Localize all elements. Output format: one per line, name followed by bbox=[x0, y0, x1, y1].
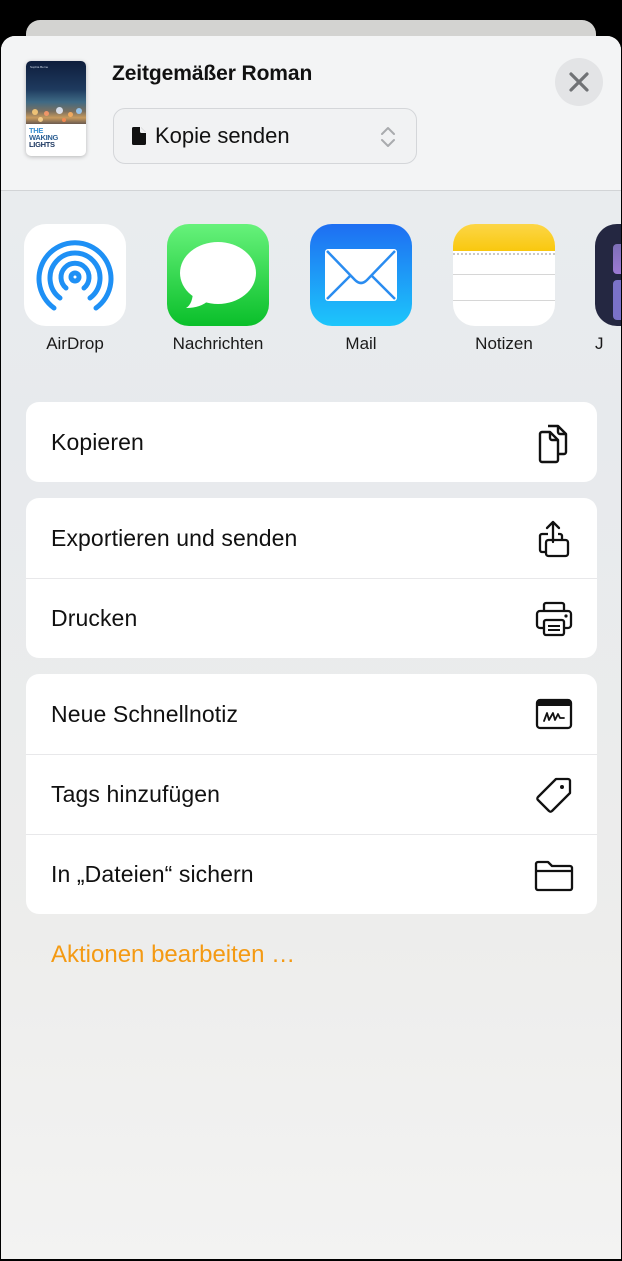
xmark-icon bbox=[569, 72, 589, 92]
action-label: Drucken bbox=[51, 605, 138, 631]
document-thumbnail: Sophia Berne THE WAKING LIGHTS bbox=[26, 61, 86, 156]
action-save-to-files[interactable]: In „Dateien“ sichern bbox=[26, 834, 597, 914]
quick-note-icon bbox=[533, 693, 575, 735]
printer-icon bbox=[533, 598, 575, 640]
app-label: Mail bbox=[345, 334, 377, 353]
action-copy[interactable]: Kopieren bbox=[26, 402, 597, 482]
app-label: Nachrichten bbox=[172, 334, 264, 353]
action-group-1: Kopieren bbox=[26, 402, 597, 482]
app-share-row: AirDrop Nachrichten Mail Notizen J bbox=[1, 224, 621, 364]
action-label: Tags hinzufügen bbox=[51, 781, 221, 807]
action-quick-note[interactable]: Neue Schnellnotiz bbox=[26, 674, 597, 754]
copy-icon bbox=[533, 421, 575, 464]
share-sheet-header: Sophia Berne THE WAKING LIGHTS Zeitgemäß… bbox=[1, 36, 621, 191]
app-airdrop[interactable]: AirDrop bbox=[20, 224, 130, 354]
mail-icon bbox=[310, 224, 412, 326]
action-group-3: Neue Schnellnotiz Tags hinzufügen In „Da… bbox=[26, 674, 597, 914]
send-mode-value: Kopie senden bbox=[155, 123, 290, 148]
doc-icon bbox=[132, 127, 146, 145]
action-export-send[interactable]: Exportieren und senden bbox=[26, 498, 597, 578]
action-print[interactable]: Drucken bbox=[26, 578, 597, 658]
send-mode-select[interactable]: Kopie senden bbox=[113, 108, 417, 164]
airdrop-icon bbox=[24, 224, 126, 326]
tag-icon bbox=[533, 774, 575, 816]
app-label: AirDrop bbox=[46, 334, 104, 353]
folder-icon bbox=[533, 854, 575, 896]
cover-author: Sophia Berne bbox=[30, 65, 49, 69]
action-label: Kopieren bbox=[51, 428, 144, 455]
action-group-2: Exportieren und senden Drucken bbox=[26, 498, 597, 658]
app-notes[interactable]: Notizen bbox=[449, 224, 559, 354]
notes-icon bbox=[453, 224, 555, 326]
partial-app-icon bbox=[595, 224, 621, 326]
app-mail[interactable]: Mail bbox=[306, 224, 416, 354]
messages-icon bbox=[167, 224, 269, 326]
edit-actions-link[interactable]: Aktionen bearbeiten … bbox=[51, 941, 295, 969]
action-label: In „Dateien“ sichern bbox=[51, 861, 254, 887]
document-title: Zeitgemäßer Roman bbox=[112, 62, 313, 85]
app-label: J bbox=[595, 334, 604, 353]
cover-photo: Sophia Berne bbox=[26, 61, 86, 124]
chevron-up-down-icon bbox=[381, 127, 395, 147]
action-label: Neue Schnellnotiz bbox=[51, 700, 239, 727]
app-label: Notizen bbox=[475, 334, 533, 353]
action-label: Exportieren und senden bbox=[51, 524, 298, 551]
close-button[interactable] bbox=[555, 58, 603, 106]
app-messages[interactable]: Nachrichten bbox=[163, 224, 273, 354]
app-partial[interactable]: J bbox=[591, 224, 621, 354]
cover-title: THE WAKING LIGHTS bbox=[29, 126, 59, 149]
export-share-icon bbox=[533, 517, 575, 559]
share-sheet: Sophia Berne THE WAKING LIGHTS Zeitgemäß… bbox=[1, 36, 621, 1259]
action-add-tags[interactable]: Tags hinzufügen bbox=[26, 754, 597, 834]
